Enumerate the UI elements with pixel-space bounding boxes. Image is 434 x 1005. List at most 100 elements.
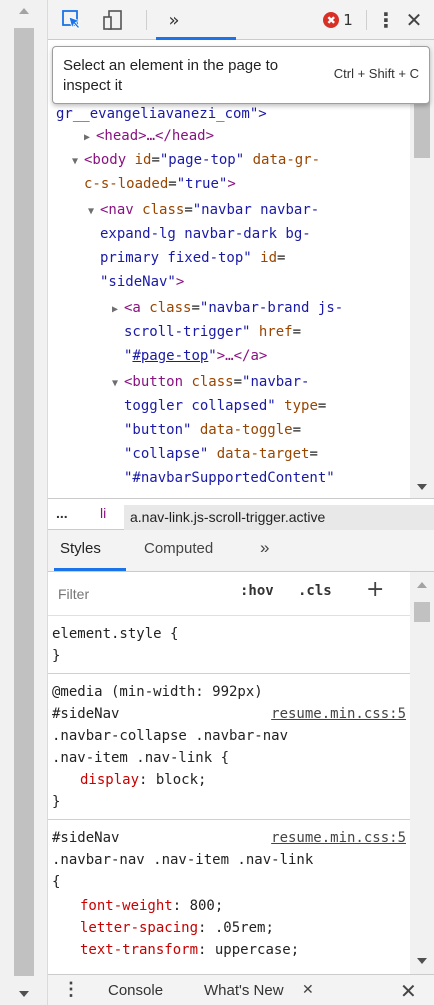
rule-element-style[interactable]: element.style { } xyxy=(48,616,410,674)
attr-value: "page-top" xyxy=(159,152,245,168)
attr-name: data-gr- xyxy=(252,152,321,168)
source-link[interactable]: resume.min.css:5 xyxy=(271,828,406,848)
attr-name: class xyxy=(149,300,192,316)
inspect-cursor-icon xyxy=(62,10,82,30)
attr-name: href xyxy=(258,324,293,340)
rule-sidenav-link[interactable]: #sideNav resume.min.css:5 .navbar-nav .n… xyxy=(48,820,410,974)
css-value: 800; xyxy=(189,898,224,914)
toolbar-divider xyxy=(146,10,147,30)
scroll-up-arrow-icon[interactable] xyxy=(417,582,427,588)
attr-value: "#navbarSupportedContent" xyxy=(124,470,335,486)
tag-name: <head>…</head> xyxy=(96,128,215,144)
attr-value: "navbar- xyxy=(242,374,310,390)
tag-name: <a xyxy=(124,300,150,316)
styles-pane: element.style { } @media (min-width: 992… xyxy=(48,616,410,974)
tree-node-nav-cont: expand-lg navbar-dark bg- xyxy=(100,222,311,246)
expand-triangle-icon[interactable]: ▶ xyxy=(112,298,124,322)
tree-node-body[interactable]: ▼ <body id="page-top" data-gr- xyxy=(72,148,320,174)
tab-console[interactable]: Console xyxy=(108,982,163,999)
breadcrumb: ... li a.nav-link.js-scroll-trigger.acti… xyxy=(48,498,434,531)
attr-name: data-toggle xyxy=(199,422,293,438)
hover-state-toggle[interactable]: :hov xyxy=(240,583,274,599)
styles-filter-input[interactable] xyxy=(52,580,220,608)
drawer-menu-button[interactable]: ⋮ xyxy=(62,979,80,1000)
rule-selector: .navbar-collapse .navbar-nav xyxy=(52,728,289,744)
collapse-triangle-icon[interactable]: ▼ xyxy=(72,150,84,174)
attr-value: "sideNav" xyxy=(100,274,176,290)
tooltip-shortcut: Ctrl + Shift + C xyxy=(333,66,419,81)
rule-sidenav-collapse[interactable]: @media (min-width: 992px) #sideNav resum… xyxy=(48,674,410,820)
css-declaration[interactable]: letter-spacing: .05rem; xyxy=(80,918,274,938)
expand-triangle-icon[interactable]: ▶ xyxy=(84,126,96,150)
css-property: display xyxy=(80,772,140,788)
rule-close-brace: } xyxy=(52,648,61,664)
customize-devtools-menu-button[interactable]: ⋮ xyxy=(374,6,398,34)
attr-value: "true" xyxy=(176,176,228,192)
css-value: uppercase; xyxy=(214,942,300,958)
tree-node-a[interactable]: ▶ <a class="navbar-brand js- xyxy=(112,296,343,322)
tree-node-button-cont: "collapse" data-target= xyxy=(124,446,318,462)
tree-node-head[interactable]: ▶ <head>…</head> xyxy=(84,124,214,150)
error-count-badge[interactable]: ✖ 1 xyxy=(310,6,366,34)
toolbar-divider xyxy=(366,10,367,30)
close-tab-icon[interactable]: ✕ xyxy=(302,981,314,998)
scroll-down-arrow-icon[interactable] xyxy=(417,484,427,490)
css-declaration[interactable]: text-transform: uppercase; xyxy=(80,940,299,960)
new-style-rule-button[interactable]: + xyxy=(366,577,384,602)
attr-name: class xyxy=(142,202,185,218)
error-count: 1 xyxy=(343,11,353,29)
more-tabs-button[interactable]: » xyxy=(260,538,269,558)
more-tabs-button[interactable]: » xyxy=(156,6,192,34)
styles-scrollbar-thumb[interactable] xyxy=(414,602,430,622)
source-link[interactable]: resume.min.css:5 xyxy=(271,704,406,724)
tab-styles[interactable]: Styles xyxy=(60,540,101,557)
elements-scrollbar[interactable] xyxy=(410,40,434,498)
tree-node-button-cont: "button" data-toggle= xyxy=(124,422,302,438)
html-attr-line[interactable]: gr__evangeliavanezi_com"> xyxy=(56,102,267,126)
rule-selector: element.style { xyxy=(52,626,179,642)
breadcrumb-ellipsis[interactable]: ... xyxy=(56,505,68,521)
tree-node-a-cont: scroll-trigger" href= xyxy=(124,324,302,340)
tag-name: <button xyxy=(124,374,192,390)
tree-node-body-cont: c-s-loaded="true"> xyxy=(84,176,236,192)
close-drawer-button[interactable]: ✕ xyxy=(400,979,417,1004)
breadcrumb-item-active[interactable]: a.nav-link.js-scroll-trigger.active xyxy=(124,505,434,531)
close-devtools-button[interactable]: ✕ xyxy=(400,6,428,34)
device-toolbar-button[interactable] xyxy=(100,6,126,34)
tab-whats-new[interactable]: What's New xyxy=(204,982,284,999)
scroll-up-arrow-icon[interactable] xyxy=(19,8,29,14)
inspect-element-button[interactable] xyxy=(58,6,86,34)
scroll-down-arrow-icon[interactable] xyxy=(19,991,29,997)
css-declaration[interactable]: font-weight: 800; xyxy=(80,896,223,916)
attr-name: c-s-loaded xyxy=(84,176,169,192)
scroll-down-arrow-icon[interactable] xyxy=(417,958,427,964)
page-scrollbar[interactable] xyxy=(0,0,48,1005)
attr-value: gr__evangeliavanezi_com"> xyxy=(56,106,267,122)
tree-node-button[interactable]: ▼ <button class="navbar- xyxy=(112,370,309,396)
rule-close-brace: } xyxy=(52,794,61,810)
rule-selector: .navbar-nav .nav-item .nav-link xyxy=(52,852,314,868)
collapse-triangle-icon[interactable]: ▼ xyxy=(88,200,100,224)
rule-selector: #sideNav xyxy=(52,706,120,722)
class-toggle[interactable]: .cls xyxy=(298,583,332,599)
tree-node-button-cont: toggler collapsed" type= xyxy=(124,398,327,414)
devtools-toolbar: » ✖ 1 ⋮ ✕ xyxy=(48,0,434,40)
tree-node-nav-cont: "sideNav"> xyxy=(100,274,185,290)
page-scrollbar-thumb[interactable] xyxy=(14,28,34,976)
css-declaration[interactable]: display: block; xyxy=(80,770,206,790)
breadcrumb-item-li[interactable]: li xyxy=(100,505,106,521)
inspect-tooltip: Select an element in the page to inspect… xyxy=(52,46,430,104)
rule-selector: .nav-item .nav-link { xyxy=(52,750,230,766)
tree-node-nav[interactable]: ▼ <nav class="navbar navbar- xyxy=(88,198,319,224)
styles-scrollbar[interactable] xyxy=(410,572,434,974)
media-query: @media (min-width: 992px) xyxy=(52,684,263,700)
collapse-triangle-icon[interactable]: ▼ xyxy=(112,372,124,396)
devtools-panel: » ✖ 1 ⋮ ✕ Select an element in the page … xyxy=(48,0,434,1005)
css-value: .05rem; xyxy=(214,920,274,936)
href-link[interactable]: #page-top xyxy=(132,348,208,364)
tab-computed[interactable]: Computed xyxy=(144,540,213,557)
css-property: letter-spacing xyxy=(80,920,199,936)
rule-selector: #sideNav xyxy=(52,830,120,846)
tag-name: <body xyxy=(84,152,135,168)
attr-name: type xyxy=(284,398,318,414)
